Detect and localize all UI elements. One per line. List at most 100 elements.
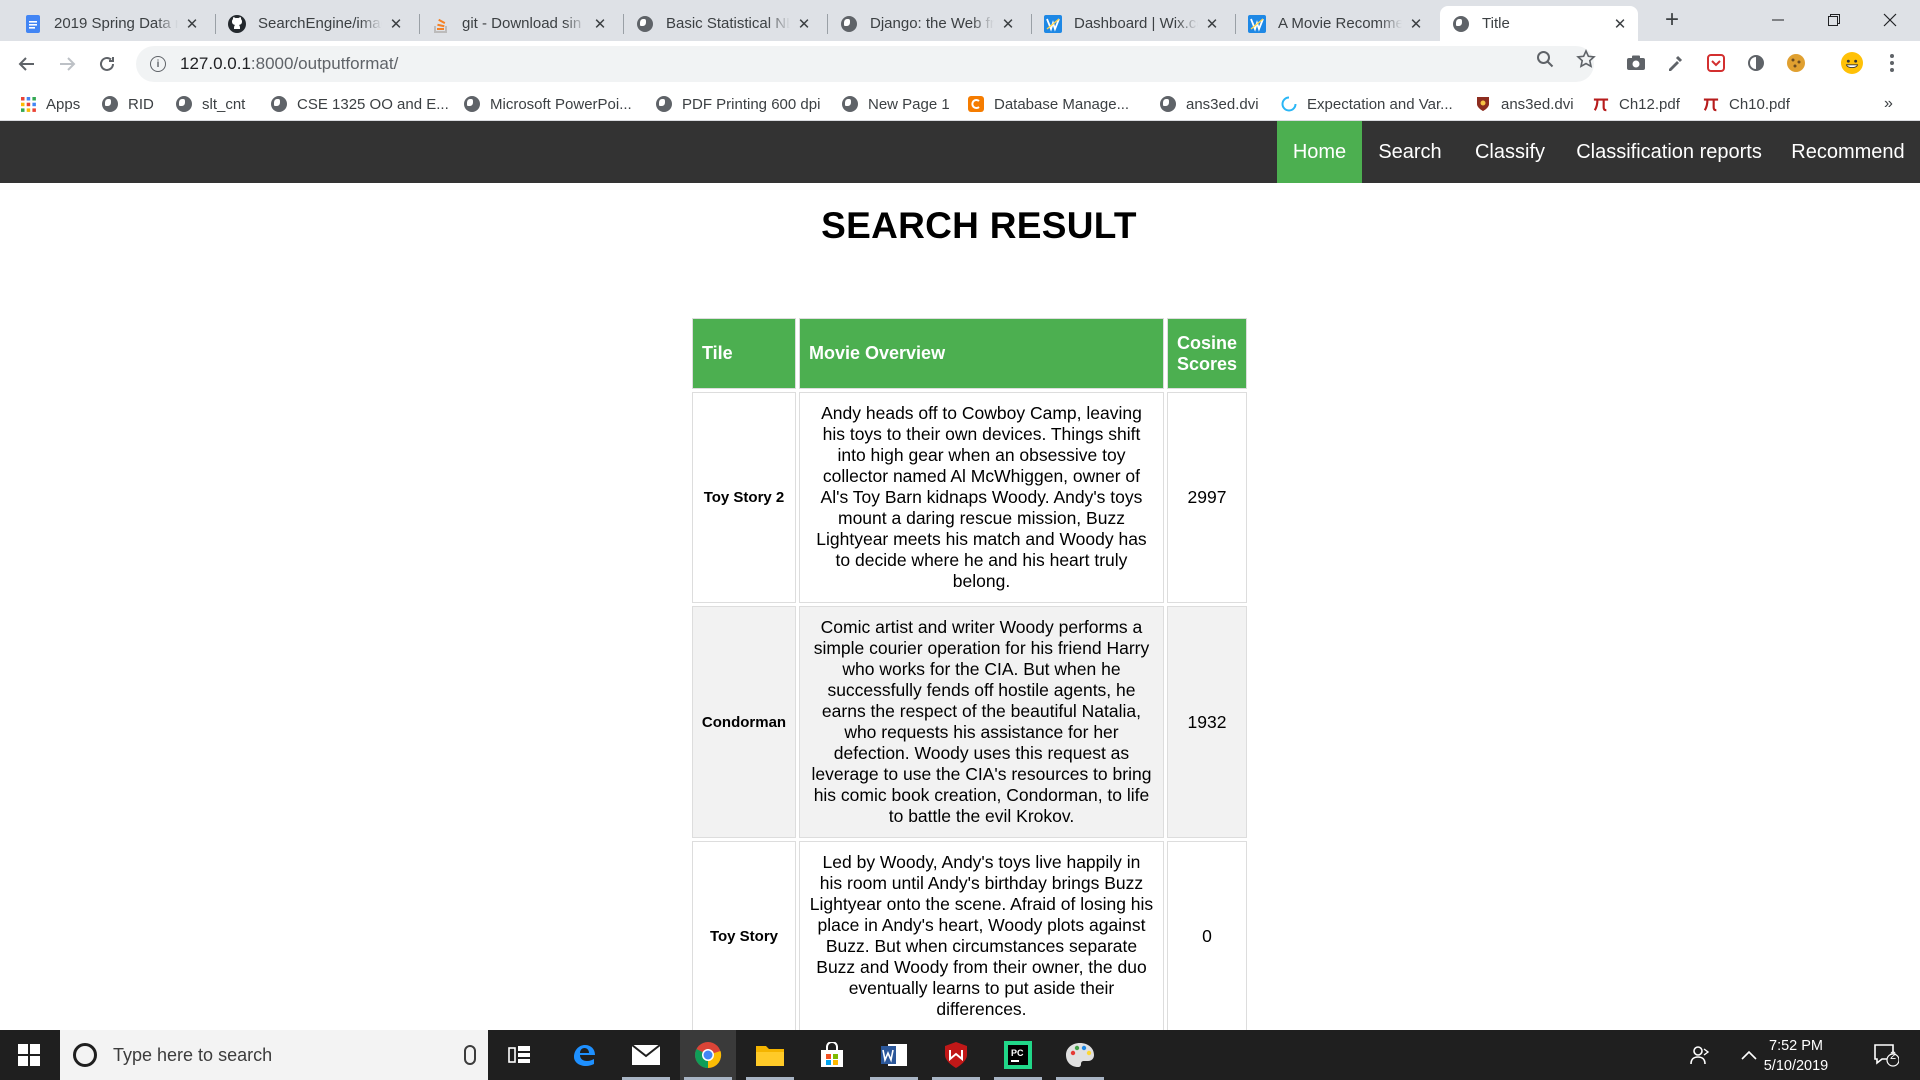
pocket-icon[interactable] [1705, 52, 1727, 74]
circle-extension-icon[interactable] [1745, 52, 1767, 74]
bookmark-item[interactable]: New Page 1 [842, 93, 950, 115]
minimize-button[interactable] [1750, 0, 1806, 40]
close-icon[interactable]: ✕ [796, 16, 812, 33]
tab-label: Title [1482, 15, 1510, 32]
bookmark-item[interactable]: Apps [20, 93, 80, 115]
taskbar-app-mail[interactable] [618, 1030, 674, 1080]
globe-icon [102, 96, 118, 112]
browser-tab[interactable]: 2019 Spring Data m ✕ [12, 6, 210, 41]
table-row: Condorman Comic artist and writer Woody … [692, 606, 1247, 838]
pi-icon [1703, 96, 1719, 112]
bookmark-item[interactable]: Microsoft PowerPoi... [464, 93, 632, 115]
close-icon[interactable]: ✕ [1204, 16, 1220, 33]
browser-tab[interactable]: Django: the Web fr ✕ [828, 6, 1026, 41]
nav-search[interactable]: Search [1362, 121, 1458, 183]
bookmark-label: New Page 1 [868, 95, 950, 113]
restore-icon [1828, 14, 1840, 26]
task-view-button[interactable] [492, 1030, 548, 1080]
bookmark-item[interactable]: Expectation and Var... [1281, 93, 1453, 115]
browser-tab[interactable]: A Movie Recomme ✕ [1236, 6, 1434, 41]
bookmark-item[interactable]: ans3ed.dvi [1475, 93, 1574, 115]
kebab-menu-icon[interactable] [1881, 52, 1903, 74]
cookie-icon[interactable] [1785, 52, 1807, 74]
microphone-icon[interactable] [464, 1045, 476, 1065]
bookmark-item[interactable]: PDF Printing 600 dpi [656, 93, 820, 115]
tab-label: git - Download sin [462, 15, 582, 32]
browser-tab[interactable]: Basic Statistical NL ✕ [624, 6, 822, 41]
close-icon[interactable]: ✕ [592, 16, 608, 33]
nav-classification-reports[interactable]: Classification reports [1562, 121, 1776, 183]
browser-tab[interactable]: git - Download sin ✕ [420, 6, 618, 41]
taskbar-app-mcafee[interactable] [928, 1030, 984, 1080]
close-icon[interactable]: ✕ [184, 16, 200, 33]
pi-icon [1593, 96, 1609, 112]
reload-button[interactable] [92, 49, 122, 79]
more-bookmarks-chevron-icon[interactable]: » [1884, 93, 1893, 115]
eyedropper-icon[interactable] [1664, 52, 1686, 74]
restore-button[interactable] [1806, 0, 1862, 40]
zoom-icon[interactable] [1535, 49, 1555, 69]
table-header-row: Tile Movie Overview Cosine Scores [692, 318, 1247, 389]
docs-icon [24, 14, 42, 33]
taskbar-app-file-explorer[interactable] [742, 1030, 798, 1080]
taskbar-app-store[interactable] [804, 1030, 860, 1080]
mail-icon [631, 1044, 661, 1065]
info-icon[interactable]: i [150, 56, 166, 72]
camera-icon[interactable] [1625, 52, 1647, 74]
nav-classify[interactable]: Classify [1458, 121, 1562, 183]
avatar[interactable] [1841, 52, 1863, 74]
people-button[interactable] [1686, 1030, 1716, 1080]
star-icon[interactable] [1576, 49, 1596, 69]
close-icon[interactable]: ✕ [1612, 16, 1628, 33]
bookmark-item[interactable]: ans3ed.dvi [1160, 93, 1259, 115]
apps-grid-icon [20, 96, 36, 112]
taskbar-app-word[interactable] [866, 1030, 922, 1080]
bookmark-label: Ch12.pdf [1619, 95, 1680, 113]
tab-label: SearchEngine/imag [258, 15, 382, 32]
loading-icon [1281, 96, 1297, 112]
new-tab-button[interactable]: + [1658, 6, 1686, 34]
nav-recommend[interactable]: Recommend [1776, 121, 1920, 183]
taskbar-clock[interactable]: 7:52 PM 5/10/2019 [1748, 1036, 1844, 1076]
taskbar-app-chrome[interactable] [680, 1030, 736, 1080]
action-center-button[interactable]: 2 [1862, 1030, 1910, 1080]
taskbar-search-placeholder: Type here to search [113, 1044, 273, 1065]
bookmark-label: slt_cnt [202, 95, 246, 113]
forward-arrow-icon [60, 57, 76, 71]
bookmark-item[interactable]: Ch10.pdf [1703, 93, 1790, 115]
taskbar-app-paint[interactable] [1052, 1030, 1108, 1080]
browser-tab[interactable]: SearchEngine/imag ✕ [216, 6, 414, 41]
close-icon[interactable]: ✕ [1000, 16, 1016, 33]
bookmark-item[interactable]: Database Manage... [968, 93, 1129, 115]
bookmark-item[interactable]: CSE 1325 OO and E... [271, 93, 449, 115]
bookmark-label: RID [128, 95, 154, 113]
taskbar-app-edge[interactable] [556, 1030, 612, 1080]
bookmark-item[interactable]: slt_cnt [176, 93, 245, 115]
orange-c-icon [968, 96, 984, 112]
address-bar[interactable]: i 127.0.0.1:8000/outputformat/ [136, 46, 1594, 82]
page-title: SEARCH RESULT [821, 205, 1137, 246]
word-icon [881, 1044, 907, 1066]
tab-label: 2019 Spring Data m [54, 15, 178, 32]
taskbar-search-box[interactable]: Type here to search [60, 1030, 488, 1080]
tab-label: Dashboard | Wix.co [1074, 15, 1198, 32]
browser-tab[interactable]: Dashboard | Wix.co ✕ [1032, 6, 1230, 41]
forward-button[interactable] [52, 49, 82, 79]
globe-icon [636, 15, 654, 33]
close-icon[interactable]: ✕ [1408, 16, 1424, 33]
cosine-score: 0 [1166, 841, 1247, 1031]
tab-label: Basic Statistical NL [666, 15, 790, 32]
bookmark-item[interactable]: Ch12.pdf [1593, 93, 1680, 115]
taskbar-app-pycharm[interactable]: PC [990, 1030, 1046, 1080]
wix-icon [1044, 14, 1062, 33]
windows-logo-icon [18, 1044, 40, 1066]
browser-tab-active[interactable]: Title ✕ [1440, 6, 1638, 41]
back-button[interactable] [12, 49, 42, 79]
start-button[interactable] [0, 1030, 58, 1080]
bookmark-item[interactable]: RID [102, 93, 154, 115]
close-icon[interactable]: ✕ [388, 16, 404, 33]
url-text: 127.0.0.1:8000/outputformat/ [180, 54, 399, 73]
nav-home[interactable]: Home [1277, 121, 1362, 183]
close-window-button[interactable] [1862, 0, 1918, 40]
movie-title: Condorman [692, 606, 796, 838]
